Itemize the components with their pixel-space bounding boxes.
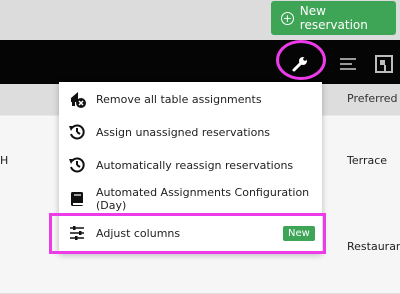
highlight-box <box>49 213 326 254</box>
new-reservation-label: New reservation <box>299 4 368 32</box>
table-cell-preferred: Restaurant <box>347 240 400 253</box>
menu-item-label: Assign unassigned reservations <box>96 125 271 139</box>
layout-button[interactable] <box>364 46 400 82</box>
new-reservation-button[interactable]: + New reservation <box>271 1 396 35</box>
menu-item-label: Automated Assignments Configuration (Day… <box>96 186 310 212</box>
filter-button[interactable] <box>328 46 368 82</box>
menu-item-label: Remove all table assignments <box>96 92 262 106</box>
column-header-preferred: Preferred <box>347 92 398 105</box>
highlight-circle <box>276 40 326 80</box>
menu-item-automated-config[interactable]: Automated Assignments Configuration (Day… <box>59 182 322 216</box>
plus-circle-icon: + <box>281 11 294 25</box>
menu-item-remove-assignments[interactable]: Remove all table assignments <box>59 82 322 116</box>
menu-item-label: Automatically reassign reservations <box>96 158 294 172</box>
table-cell: H <box>0 154 9 167</box>
menu-item-assign-unassigned[interactable]: Assign unassigned reservations <box>59 115 322 149</box>
history-icon <box>67 122 87 142</box>
remove-assignments-icon <box>67 89 87 109</box>
menu-item-auto-reassign[interactable]: Automatically reassign reservations <box>59 148 322 182</box>
layout-icon <box>375 55 393 73</box>
history-icon <box>67 155 87 175</box>
book-icon <box>67 189 87 209</box>
filter-lines-icon <box>340 58 356 70</box>
table-cell-preferred: Terrace <box>347 154 388 167</box>
